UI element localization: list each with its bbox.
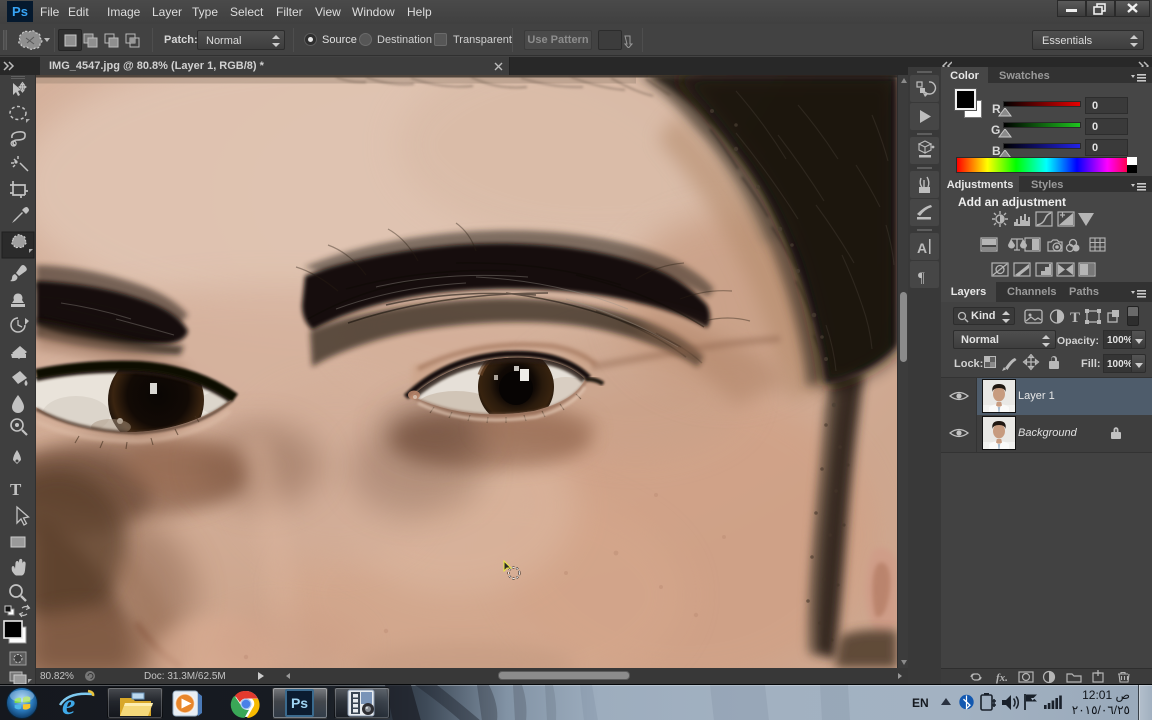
svg-text:e: e	[62, 688, 75, 720]
svg-text:fx.: fx.	[996, 672, 1008, 684]
svg-text:A: A	[917, 240, 927, 256]
svg-text:T: T	[1070, 310, 1080, 326]
svg-text:¶: ¶	[918, 270, 925, 286]
svg-text:T: T	[10, 480, 22, 499]
